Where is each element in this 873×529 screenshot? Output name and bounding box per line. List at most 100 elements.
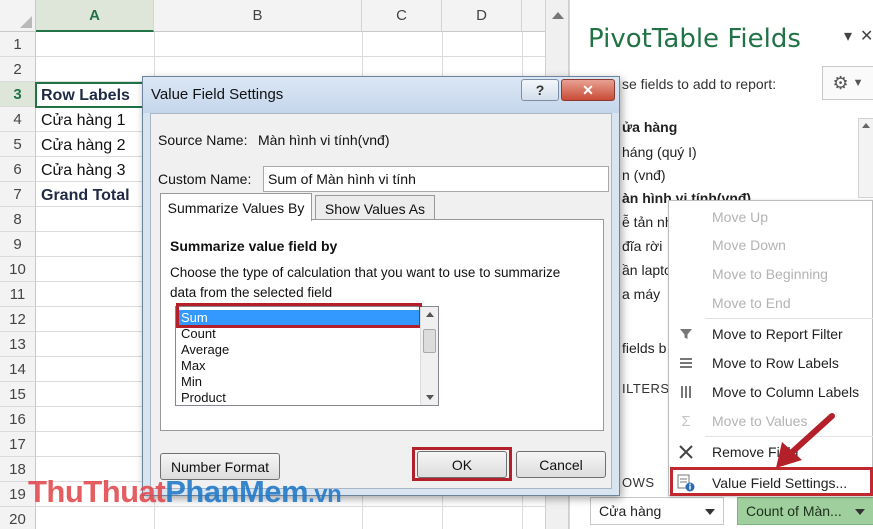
scroll-down-icon[interactable] bbox=[426, 395, 434, 400]
remove-icon bbox=[677, 443, 695, 461]
cell-a6[interactable]: Cửa hàng 3 bbox=[41, 158, 126, 183]
summarize-tab-page: Summarize value field by Choose the type… bbox=[160, 219, 604, 431]
row-header[interactable]: 8 bbox=[0, 207, 36, 232]
row-header[interactable]: 1 bbox=[0, 32, 36, 57]
field-item[interactable]: n (vnđ) bbox=[622, 167, 666, 183]
menu-item-label: Move to Column Labels bbox=[712, 384, 860, 400]
scroll-thumb[interactable] bbox=[423, 329, 436, 353]
values-field-label: Count of Màn... bbox=[746, 503, 842, 519]
source-name-label: Source Name: bbox=[158, 132, 248, 148]
chevron-down-icon bbox=[705, 509, 715, 515]
panel-title: PivotTable Fields bbox=[588, 24, 801, 54]
columns-icon bbox=[677, 383, 695, 401]
panel-settings-button[interactable]: ⚙ ▼ bbox=[822, 66, 873, 100]
row-header[interactable]: 9 bbox=[0, 232, 36, 257]
dialog-body: Source Name: Màn hình vi tính(vnđ) Custo… bbox=[150, 113, 612, 489]
menu-item-move-up[interactable]: Move Up bbox=[669, 203, 873, 231]
listbox-scrollbar[interactable] bbox=[420, 307, 438, 405]
menu-item-move-to-row-labels[interactable]: Move to Row Labels bbox=[669, 349, 873, 377]
watermark-part3: .vn bbox=[308, 481, 342, 508]
row-header[interactable]: 15 bbox=[0, 382, 36, 407]
rows-field-dropdown[interactable]: Cửa hàng bbox=[590, 497, 724, 525]
field-item[interactable]: ễ tản nh bbox=[622, 214, 673, 230]
chevron-down-icon bbox=[855, 509, 865, 515]
column-header-a[interactable]: A bbox=[36, 0, 154, 32]
row-header[interactable]: 7 bbox=[0, 182, 36, 207]
row-header[interactable]: 10 bbox=[0, 257, 36, 282]
row-header[interactable]: 5 bbox=[0, 132, 36, 157]
cell-a4[interactable]: Cửa hàng 1 bbox=[41, 108, 126, 133]
menu-item-move-to-column-labels[interactable]: Move to Column Labels bbox=[669, 378, 873, 406]
panel-close-icon[interactable]: ✕ bbox=[860, 26, 873, 46]
cell-a5[interactable]: Cửa hàng 2 bbox=[41, 133, 126, 158]
description-line-1: Choose the type of calculation that you … bbox=[170, 265, 561, 280]
dialog-title: Value Field Settings bbox=[151, 86, 284, 103]
menu-item-move-down[interactable]: Move Down bbox=[669, 231, 873, 259]
list-item-max[interactable]: Max bbox=[179, 358, 419, 374]
panel-dropdown-icon[interactable]: ▾ bbox=[844, 26, 852, 46]
red-arrow-icon bbox=[776, 413, 835, 468]
values-field-dropdown[interactable]: Count of Màn... bbox=[737, 497, 873, 525]
row-header[interactable]: 2 bbox=[0, 57, 36, 82]
menu-item-move-to-report-filter[interactable]: Move to Report Filter bbox=[669, 320, 873, 348]
column-header-d[interactable]: D bbox=[442, 0, 522, 32]
filters-area-label: ILTERS bbox=[622, 381, 670, 396]
menu-item-label: Move to Row Labels bbox=[712, 355, 839, 371]
help-button[interactable]: ? bbox=[521, 79, 559, 101]
gear-icon: ⚙ bbox=[832, 72, 849, 93]
tab-show-values-as[interactable]: Show Values As bbox=[315, 195, 435, 221]
menu-item-label: Move Down bbox=[712, 237, 786, 253]
row-header[interactable]: 13 bbox=[0, 332, 36, 357]
chevron-down-icon: ▼ bbox=[852, 77, 864, 89]
row-header[interactable]: 4 bbox=[0, 107, 36, 132]
column-header-b[interactable]: B bbox=[154, 0, 362, 32]
field-item[interactable]: ửa hàng bbox=[622, 119, 677, 135]
dialog-titlebar[interactable]: Value Field Settings ? ✕ bbox=[143, 77, 619, 113]
column-header-e[interactable] bbox=[522, 0, 545, 32]
field-item[interactable]: háng (quý I) bbox=[622, 144, 697, 160]
column-header-c[interactable]: C bbox=[362, 0, 442, 32]
field-item[interactable]: ần lapto bbox=[622, 262, 672, 278]
menu-separator bbox=[705, 318, 873, 319]
list-item-min[interactable]: Min bbox=[179, 374, 419, 390]
menu-item-move-to-end[interactable]: Move to End bbox=[669, 289, 873, 317]
row-header[interactable]: 6 bbox=[0, 157, 36, 182]
watermark-part2: PhanMem bbox=[165, 474, 309, 509]
filter-icon bbox=[677, 325, 695, 343]
close-button[interactable]: ✕ bbox=[561, 79, 615, 101]
watermark-logo: ThuThuatPhanMem.vn bbox=[28, 474, 342, 510]
scroll-up-icon[interactable] bbox=[426, 312, 434, 317]
custom-name-input[interactable] bbox=[263, 166, 609, 192]
row-header[interactable]: 3 bbox=[0, 82, 36, 107]
row-header[interactable]: 16 bbox=[0, 407, 36, 432]
cell-a7-grand-total[interactable]: Grand Total bbox=[41, 183, 130, 208]
row-header[interactable]: 14 bbox=[0, 357, 36, 382]
sum-highlight bbox=[176, 303, 422, 328]
custom-name-label: Custom Name: bbox=[158, 171, 252, 187]
row-header[interactable]: 11 bbox=[0, 282, 36, 307]
ok-highlight bbox=[412, 447, 512, 481]
watermark-part1: ThuThuat bbox=[28, 474, 166, 509]
cancel-button[interactable]: Cancel bbox=[516, 451, 606, 478]
rows-area-label: OWS bbox=[622, 475, 655, 490]
select-all-corner[interactable] bbox=[0, 0, 36, 32]
row-header[interactable]: 12 bbox=[0, 307, 36, 332]
panel-subtitle: se fields to add to report: bbox=[622, 76, 777, 92]
field-item[interactable]: đĩa rời bbox=[622, 238, 662, 254]
row-header[interactable]: 20 bbox=[0, 507, 36, 529]
field-item[interactable]: a máy bbox=[622, 286, 660, 302]
cell-a3-row-labels[interactable]: Row Labels bbox=[41, 83, 130, 108]
row-header[interactable]: 17 bbox=[0, 432, 36, 457]
list-item-average[interactable]: Average bbox=[179, 342, 419, 358]
menu-item-move-to-beginning[interactable]: Move to Beginning bbox=[669, 260, 873, 288]
field-list-scrollbar[interactable] bbox=[858, 118, 873, 198]
function-listbox[interactable]: Sum Count Average Max Min Product bbox=[175, 303, 439, 406]
menu-item-label: Move to Report Filter bbox=[712, 326, 843, 342]
list-item-count[interactable]: Count bbox=[179, 326, 419, 342]
menu-item-label: Move to Beginning bbox=[712, 266, 828, 282]
value-field-settings-dialog: Value Field Settings ? ✕ Source Name: Mà… bbox=[142, 76, 620, 496]
list-item-product[interactable]: Product bbox=[179, 390, 419, 404]
tab-summarize-values-by[interactable]: Summarize Values By bbox=[160, 193, 312, 221]
rows-icon bbox=[677, 354, 695, 372]
scroll-up-icon[interactable] bbox=[552, 12, 564, 19]
